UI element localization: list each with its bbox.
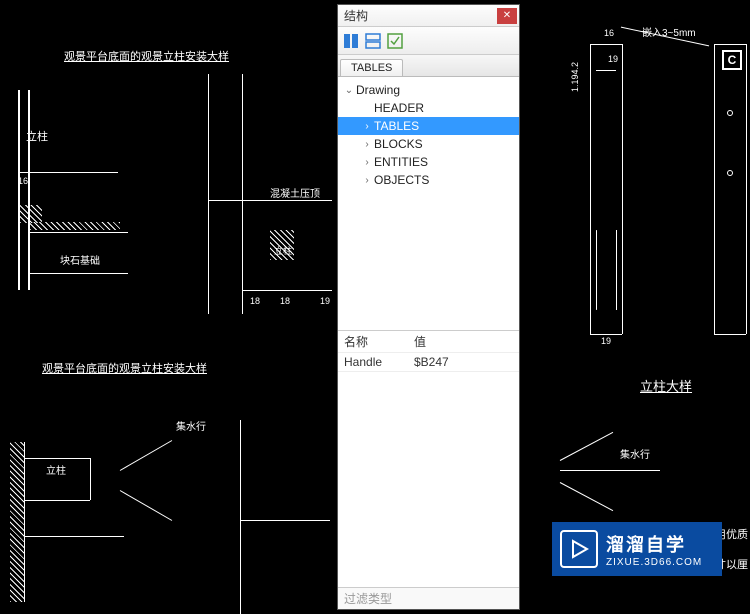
toolbar-icon-1[interactable]: [342, 32, 360, 50]
toolbar-icon-3[interactable]: [386, 32, 404, 50]
props-row[interactable]: Handle $B247: [338, 353, 519, 372]
dim-16: 16: [18, 176, 28, 186]
cad-title-3: 立柱大样: [640, 376, 692, 395]
tree-label: TABLES: [374, 119, 419, 133]
close-icon: ✕: [503, 10, 511, 21]
prop-name: Handle: [344, 355, 414, 369]
chevron-right-icon: ›: [360, 157, 374, 168]
toolbar-icon-2[interactable]: [364, 32, 382, 50]
panel-titlebar[interactable]: 结构 ✕: [338, 5, 519, 27]
structure-panel: 结构 ✕ TABLES ⌄ Drawing HEADER › TABLES: [337, 4, 520, 610]
chevron-down-icon: ⌄: [342, 85, 356, 96]
tree-node-blocks[interactable]: › BLOCKS: [338, 135, 519, 153]
tree-label: BLOCKS: [374, 137, 423, 151]
cad-label-ztuya: 混凝土压顶: [270, 185, 320, 200]
cad-label-lizhu2: 立柱: [274, 244, 292, 257]
tree-label: ENTITIES: [374, 155, 428, 169]
tree-node-entities[interactable]: › ENTITIES: [338, 153, 519, 171]
tree-label: Drawing: [356, 83, 400, 97]
play-icon: [560, 530, 598, 568]
marker-c: C: [722, 50, 742, 70]
cad-title-1: 观景平台底面的观景立柱安装大样: [64, 48, 229, 64]
watermark-url: ZIXUE.3D66.COM: [606, 557, 702, 568]
filter-input[interactable]: 过滤类型: [338, 587, 519, 609]
prop-value: $B247: [414, 355, 513, 369]
tree-node-tables[interactable]: › TABLES: [338, 117, 519, 135]
watermark-logo: 溜溜自学 ZIXUE.3D66.COM: [552, 522, 722, 576]
properties-pane: 名称 值 Handle $B247: [338, 331, 519, 587]
tab-strip: TABLES: [338, 55, 519, 77]
cad-label-lizhu: 立柱: [26, 128, 48, 144]
props-header-name: 名称: [344, 333, 414, 350]
tree-node-objects[interactable]: › OBJECTS: [338, 171, 519, 189]
chevron-right-icon: ›: [360, 175, 374, 186]
chevron-right-icon: ›: [360, 139, 374, 150]
tree-label: HEADER: [374, 101, 424, 115]
tree-label: OBJECTS: [374, 173, 429, 187]
cad-label-jiaoxian2: 集水行: [620, 446, 650, 461]
cad-label-lizhu3: 立柱: [46, 462, 66, 477]
cad-title-2: 观景平台底面的观景立柱安装大样: [42, 360, 207, 376]
panel-toolbar: [338, 27, 519, 55]
props-header-value: 值: [414, 333, 513, 350]
props-header: 名称 值: [338, 331, 519, 353]
tree-view[interactable]: ⌄ Drawing HEADER › TABLES › BLOCKS › ENT…: [338, 77, 519, 331]
watermark-brand: 溜溜自学: [606, 531, 702, 557]
cad-label-jiaoxian1: 集水行: [176, 418, 206, 433]
chevron-right-icon: ›: [360, 121, 374, 132]
tree-node-drawing[interactable]: ⌄ Drawing: [338, 81, 519, 99]
tab-tables[interactable]: TABLES: [340, 59, 403, 76]
cad-label-kuaishi: 块石基础: [60, 252, 100, 267]
close-button[interactable]: ✕: [497, 8, 517, 24]
tree-node-header[interactable]: HEADER: [338, 99, 519, 117]
panel-title: 结构: [344, 7, 497, 24]
